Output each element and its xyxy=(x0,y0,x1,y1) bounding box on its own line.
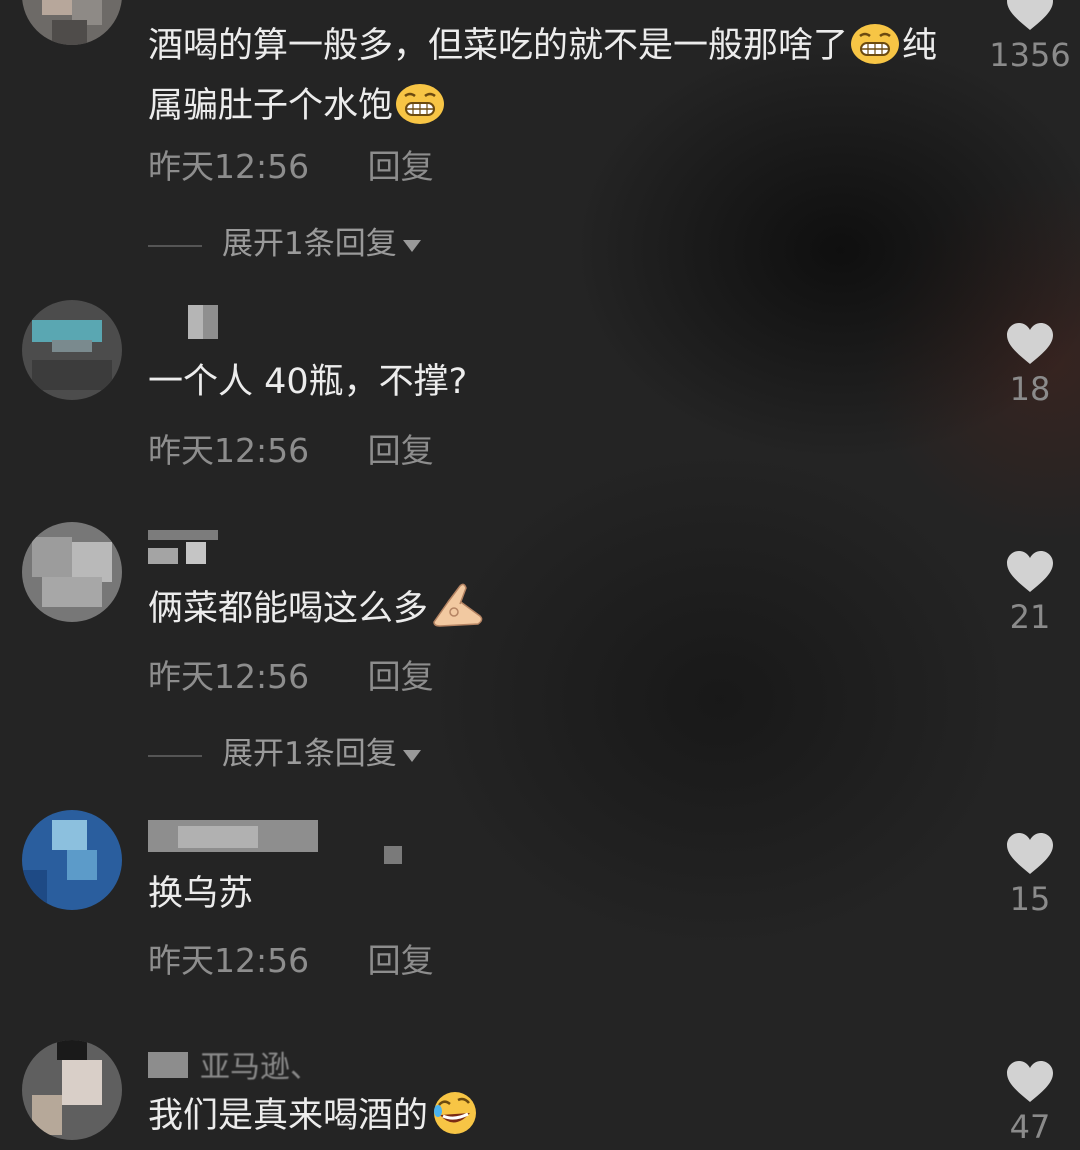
grin-emoji xyxy=(395,83,445,140)
like-button[interactable]: 15 xyxy=(980,832,1080,918)
reply-button[interactable]: 回复 xyxy=(368,934,434,982)
heart-icon xyxy=(1007,0,1053,30)
comment-meta: 昨天12:56 回复 xyxy=(148,650,434,698)
caret-down-icon xyxy=(402,239,421,252)
comment-text: 我们是真来喝酒的 xyxy=(148,1090,968,1150)
username[interactable] xyxy=(148,530,228,570)
comment-time: 昨天12:56 xyxy=(148,431,310,470)
heart-icon xyxy=(1007,833,1053,874)
username-blur xyxy=(148,1046,208,1086)
comment-text: 酒喝的算一般多，但菜吃的就不是一般那啥了 纯属骗肚子个水饱 xyxy=(148,20,968,140)
comment-text: 俩菜都能喝这么多 xyxy=(148,582,968,643)
comment-meta: 昨天12:56 回复 xyxy=(148,140,434,188)
heart-icon xyxy=(1007,323,1053,364)
avatar[interactable] xyxy=(22,810,122,910)
comment-time: 昨天12:56 xyxy=(148,657,310,696)
like-button[interactable]: 1356 xyxy=(980,0,1080,74)
heart-icon xyxy=(1007,1061,1053,1102)
rofl-emoji xyxy=(430,1091,480,1150)
username[interactable] xyxy=(148,305,228,345)
reply-button[interactable]: 回复 xyxy=(368,140,434,188)
avatar[interactable] xyxy=(22,300,122,400)
expand-replies-button[interactable]: 展开1条回复 xyxy=(148,728,421,773)
caret-down-icon xyxy=(402,749,421,762)
avatar[interactable] xyxy=(22,0,122,45)
username[interactable]: 亚马逊、 xyxy=(200,1042,320,1086)
divider-line xyxy=(148,754,202,757)
comment-text: 换乌苏 xyxy=(148,874,254,914)
avatar[interactable] xyxy=(22,522,122,622)
comment-meta: 昨天12:56 回复 xyxy=(148,424,434,472)
like-count: 47 xyxy=(1009,1108,1051,1146)
like-count: 21 xyxy=(1009,598,1051,636)
comment-time: 昨天12:56 xyxy=(148,147,310,186)
comment-text: 一个人 40瓶，不撑? xyxy=(148,362,468,402)
username[interactable] xyxy=(148,820,408,864)
like-count: 18 xyxy=(1009,370,1051,408)
reply-button[interactable]: 回复 xyxy=(368,424,434,472)
avatar[interactable] xyxy=(22,1040,122,1140)
comment-time: 昨天12:56 xyxy=(148,941,310,980)
like-button[interactable]: 18 xyxy=(980,322,1080,408)
like-count: 1356 xyxy=(989,36,1071,74)
expand-replies-button[interactable]: 展开1条回复 xyxy=(148,218,421,263)
like-count: 15 xyxy=(1009,880,1051,918)
grin-emoji xyxy=(850,23,900,80)
heart-icon xyxy=(1007,551,1053,592)
divider-line xyxy=(148,244,202,247)
reply-button[interactable]: 回复 xyxy=(368,650,434,698)
like-button[interactable]: 21 xyxy=(980,550,1080,636)
like-button[interactable]: 47 xyxy=(980,1060,1080,1146)
comment-meta: 昨天12:56 回复 xyxy=(148,934,434,982)
ok-hand-emoji xyxy=(430,582,486,643)
